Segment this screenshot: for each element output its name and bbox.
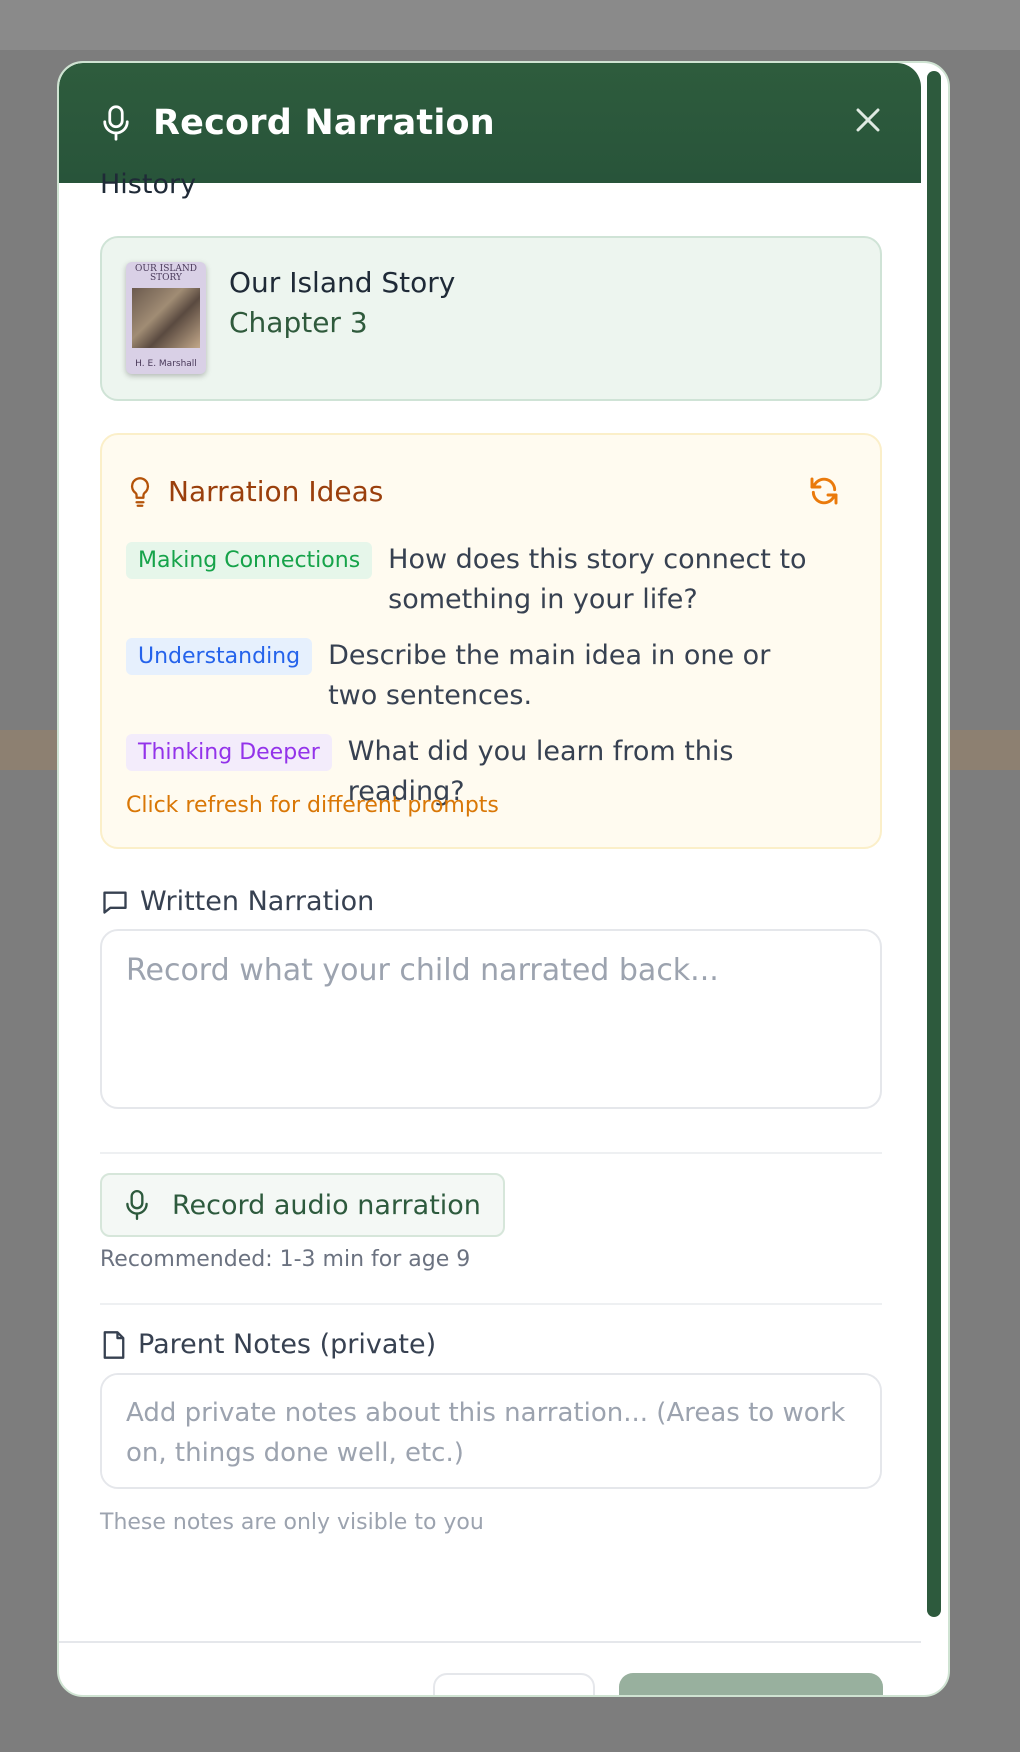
parent-notes-label: Parent Notes (private)	[100, 1329, 436, 1360]
narration-ideas-heading: Narration Ideas	[128, 475, 383, 508]
record-narration-modal: Record Narration History OUR ISLAND STOR…	[57, 61, 950, 1697]
duration-recommendation: Recommended: 1-3 min for age 9	[100, 1247, 471, 1272]
cover-art	[132, 288, 200, 348]
prompt-tag-making-connections: Making Connections	[126, 542, 373, 579]
background-banner-right	[950, 730, 1020, 770]
section-divider	[100, 1303, 882, 1305]
scrollbar-thumb[interactable]	[927, 71, 941, 1617]
microphone-icon	[126, 1189, 148, 1221]
prompt-tag-thinking-deeper: Thinking Deeper	[126, 734, 332, 771]
cancel-button[interactable]	[433, 1673, 595, 1695]
prompt-text: Describe the main idea in one or two sen…	[328, 640, 771, 711]
cover-author: H. E. Marshall	[135, 359, 197, 369]
written-narration-title: Written Narration	[140, 886, 375, 917]
prompt-tag-understanding: Understanding	[126, 638, 313, 675]
book-cover-image: OUR ISLAND STORY H. E. Marshall	[126, 262, 206, 374]
parent-notes-input[interactable]	[100, 1373, 882, 1489]
file-icon	[103, 1330, 125, 1359]
book-chapter: Chapter 3	[229, 306, 368, 339]
narration-ideas-title: Narration Ideas	[168, 475, 384, 508]
parent-notes-hint: These notes are only visible to you	[100, 1510, 484, 1535]
record-audio-label: Record audio narration	[172, 1189, 481, 1221]
written-narration-label: Written Narration	[100, 886, 374, 917]
message-square-icon	[103, 891, 127, 914]
book-title: Our Island Story	[229, 266, 456, 299]
footer-divider	[59, 1641, 921, 1643]
background-app	[0, 0, 1020, 50]
written-narration-input[interactable]	[100, 929, 882, 1109]
prompt-item: Making Connections How does this story c…	[126, 540, 808, 620]
subject-label: History	[100, 169, 197, 200]
refresh-icon[interactable]	[808, 475, 840, 507]
record-audio-button[interactable]: Record audio narration	[100, 1173, 505, 1237]
microphone-icon	[103, 105, 129, 141]
save-button[interactable]	[619, 1673, 883, 1695]
background-banner	[0, 730, 57, 770]
close-icon[interactable]	[853, 105, 883, 135]
refresh-hint: Click refresh for different prompts	[126, 793, 499, 818]
modal-header: Record Narration	[59, 63, 921, 183]
parent-notes-title: Parent Notes (private)	[138, 1329, 437, 1360]
section-divider	[100, 1152, 882, 1154]
lightbulb-icon	[130, 476, 150, 507]
book-card: OUR ISLAND STORY H. E. Marshall Our Isla…	[100, 236, 882, 401]
prompt-item: Understanding Describe the main idea in …	[126, 636, 798, 716]
modal-title: Record Narration	[153, 103, 495, 143]
narration-ideas-panel: Narration Ideas Making Connections How d…	[100, 433, 882, 849]
cover-title: OUR ISLAND STORY	[135, 264, 197, 283]
prompt-text: How does this story connect to something…	[388, 544, 807, 615]
